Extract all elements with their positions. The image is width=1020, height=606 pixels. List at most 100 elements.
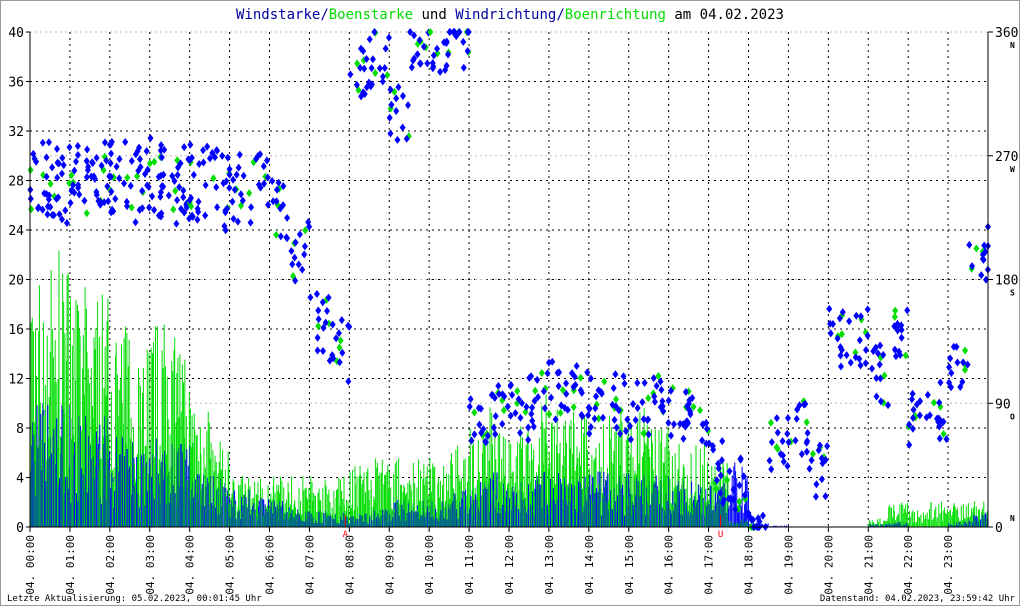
wind-direction-point	[399, 91, 406, 100]
gust-direction-point	[151, 157, 158, 166]
wind-direction-point	[347, 70, 354, 79]
wind-direction-point	[634, 378, 641, 387]
gust-direction-point	[645, 394, 652, 403]
wind-direction-point	[495, 381, 502, 390]
x-tick-label: 04. 20:00	[822, 535, 835, 595]
gust-direction-point	[697, 406, 704, 415]
wind-direction-point	[611, 415, 618, 424]
wind-direction-point	[534, 375, 541, 384]
wind-direction-point	[213, 183, 220, 192]
wind-direction-point	[818, 475, 825, 484]
wind-direction-point	[645, 415, 652, 424]
x-tick-label: 04. 18:00	[743, 535, 756, 595]
wind-direction-point	[793, 414, 800, 423]
wind-direction-point	[768, 465, 775, 474]
wind-direction-point	[906, 440, 913, 449]
wind-direction-point	[471, 430, 478, 439]
gust-direction-point	[471, 408, 478, 417]
y-tick-label: 0	[16, 521, 24, 536]
wind-direction-point	[58, 169, 65, 178]
wind-direction-point	[108, 149, 115, 158]
x-tick-label: 04. 01:00	[64, 535, 77, 595]
direction-letter: S	[1010, 289, 1015, 298]
wind-direction-point	[868, 364, 875, 373]
wind-direction-point	[507, 381, 514, 390]
wind-direction-point	[584, 368, 591, 377]
sun-marker-label: U	[718, 530, 723, 540]
direction-letter: N	[1010, 41, 1015, 50]
gust-direction-point	[83, 209, 90, 218]
gust-direction-point	[273, 230, 280, 239]
wind-direction-point	[112, 194, 119, 203]
wind-direction-point	[128, 157, 135, 166]
wind-direction-point	[395, 83, 402, 92]
footer-data-status: Datenstand: 04.02.2023, 23:59:42 Uhr	[820, 594, 1016, 604]
wind-direction-point	[529, 403, 536, 412]
wind-direction-point	[248, 203, 255, 212]
title-part: und	[413, 7, 455, 23]
wind-direction-point	[784, 429, 791, 438]
wind-direction-point	[44, 210, 51, 219]
wind-direction-point	[288, 246, 295, 255]
wind-direction-point	[219, 151, 226, 160]
wind-direction-point	[260, 162, 267, 171]
wind-direction-point	[492, 430, 499, 439]
wind-direction-point	[476, 420, 483, 429]
title-part: Boenstarke	[329, 7, 413, 23]
wind-direction-point	[315, 306, 322, 315]
wind-direction-point	[387, 129, 394, 138]
wind-direction-point	[954, 358, 961, 367]
x-tick-label: 04. 13:00	[543, 535, 556, 595]
wind-direction-point	[132, 218, 139, 227]
wind-direction-point	[528, 409, 535, 418]
wind-direction-point	[937, 378, 944, 387]
x-tick-label: 04. 04:00	[184, 535, 197, 595]
wind-direction-point	[301, 250, 308, 259]
wind-direction-point	[379, 72, 386, 81]
gust-direction-point	[613, 395, 620, 404]
wind-direction-point	[174, 196, 181, 205]
wind-direction-point	[147, 134, 154, 143]
x-tick-label: 04. 23:00	[942, 535, 955, 595]
wind-direction-point	[62, 206, 69, 215]
title-part: Windstarke	[236, 7, 320, 23]
wind-direction-point	[460, 37, 467, 46]
wind-direction-point	[774, 428, 781, 437]
gust-direction-point	[570, 403, 577, 412]
wind-direction-point	[856, 336, 863, 345]
wind-direction-point	[812, 492, 819, 501]
y-tick-label: 28	[8, 175, 24, 190]
wind-direction-point	[368, 64, 375, 73]
gust-direction-point	[28, 205, 35, 214]
wind-direction-point	[737, 455, 744, 464]
wind-direction-point	[847, 358, 854, 367]
direction-letter: O	[1010, 412, 1015, 421]
wind-direction-point	[624, 415, 631, 424]
wind-direction-point	[263, 156, 270, 165]
wind-direction-point	[301, 242, 308, 251]
gust-direction-point	[246, 189, 253, 198]
y-tick-label: 4	[16, 472, 24, 487]
x-tick-label: 04. 22:00	[902, 535, 915, 595]
wind-direction-point	[76, 190, 83, 199]
x-tick-label: 04. 17:00	[703, 535, 716, 595]
wind-direction-point	[43, 153, 50, 162]
gust-direction-point	[809, 449, 816, 458]
wind-direction-point	[235, 163, 242, 172]
wind-direction-point	[650, 374, 657, 383]
wind-direction-point	[981, 241, 988, 250]
wind-direction-point	[864, 305, 871, 314]
wind-direction-point	[416, 59, 423, 68]
wind-direction-point	[393, 107, 400, 116]
wind-direction-point	[291, 253, 298, 262]
wind-direction-point	[307, 293, 314, 302]
wind-direction-point	[610, 384, 617, 393]
wind-direction-point	[586, 429, 593, 438]
gust-direction-point	[767, 418, 774, 427]
wind-direction-point	[385, 33, 392, 42]
gust-direction-point	[973, 244, 980, 253]
gust-direction-point	[902, 351, 909, 360]
wind-direction-point	[544, 369, 551, 378]
gust-direction-point	[736, 497, 743, 506]
x-tick-label: 04. 08:00	[343, 535, 356, 595]
